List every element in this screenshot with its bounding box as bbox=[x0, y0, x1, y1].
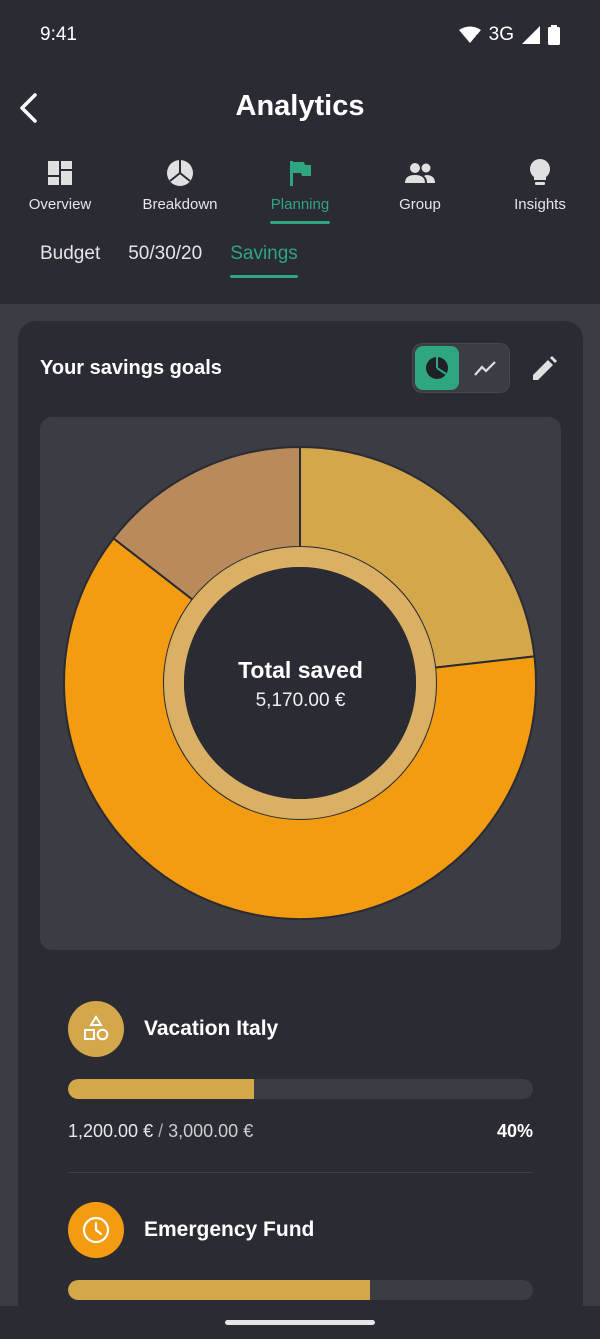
chart-center: Total saved 5,170.00 € bbox=[40, 657, 561, 712]
system-nav-bar bbox=[0, 1306, 600, 1339]
status-time: 9:41 bbox=[40, 24, 77, 45]
goal-progress-fill bbox=[68, 1079, 254, 1099]
page-title: Analytics bbox=[235, 90, 365, 122]
goal-item-emergency-fund[interactable]: Emergency Fund bbox=[68, 1202, 533, 1300]
goal-name: Vacation Italy bbox=[144, 1017, 279, 1040]
goal-name: Emergency Fund bbox=[144, 1218, 315, 1241]
goal-avatar bbox=[68, 1001, 124, 1057]
goal-amounts: 1,200.00 € / 3,000.00 € 40% bbox=[68, 1121, 533, 1142]
tab-label: Breakdown bbox=[142, 196, 218, 213]
card-title: Your savings goals bbox=[40, 357, 222, 379]
tab-label: Planning bbox=[270, 196, 330, 213]
pencil-icon bbox=[533, 356, 557, 380]
goal-saved: 1,200.00 € bbox=[68, 1121, 154, 1141]
goal-item-vacation-italy[interactable]: Vacation Italy 1,200.00 € / 3,000.00 € 4… bbox=[68, 1001, 533, 1142]
flag-icon bbox=[290, 161, 311, 186]
savings-goals-card: Your savings goals Total saved 5,170.00 … bbox=[18, 321, 583, 1321]
tab-group[interactable]: Group bbox=[360, 152, 480, 228]
clock-icon bbox=[82, 1216, 110, 1244]
line-chart-toggle[interactable] bbox=[461, 344, 509, 392]
main-tabs: Overview Breakdown Planning Group Insigh… bbox=[0, 152, 600, 228]
network-type: 3G bbox=[488, 24, 514, 45]
wifi-icon bbox=[458, 26, 481, 43]
pie-icon bbox=[167, 160, 193, 186]
group-icon bbox=[405, 163, 435, 183]
sub-tabs: Budget 50/30/20 Savings bbox=[40, 232, 298, 282]
total-saved-value: 5,170.00 € bbox=[255, 690, 346, 711]
goal-progress-fill bbox=[68, 1280, 371, 1300]
status-icons: 3G bbox=[458, 24, 560, 46]
subtab-budget[interactable]: Budget bbox=[40, 232, 100, 278]
tab-planning[interactable]: Planning bbox=[240, 152, 360, 228]
tab-insights[interactable]: Insights bbox=[480, 152, 600, 228]
goal-target: 3,000.00 € bbox=[168, 1121, 254, 1141]
goal-progress-track bbox=[68, 1079, 533, 1099]
subtab-savings[interactable]: Savings bbox=[230, 232, 298, 278]
battery-icon bbox=[548, 25, 560, 45]
tab-label: Overview bbox=[28, 196, 92, 213]
savings-chart-panel: Total saved 5,170.00 € bbox=[40, 417, 561, 950]
home-indicator[interactable] bbox=[225, 1320, 375, 1325]
line-chart-icon bbox=[474, 361, 496, 376]
app-header: Analytics bbox=[0, 70, 600, 146]
tab-label: Group bbox=[399, 196, 441, 213]
goal-percent: 40% bbox=[496, 1121, 533, 1141]
goal-separator: / bbox=[158, 1121, 164, 1141]
lightbulb-icon bbox=[530, 159, 550, 185]
total-saved-label: Total saved bbox=[238, 657, 363, 683]
divider bbox=[68, 1172, 533, 1173]
tab-label: Insights bbox=[514, 196, 566, 213]
subtab-50-30-20[interactable]: 50/30/20 bbox=[128, 232, 202, 278]
chart-type-toggle bbox=[412, 343, 510, 393]
pie-chart-toggle[interactable] bbox=[415, 346, 459, 390]
edit-button[interactable] bbox=[526, 351, 562, 387]
dashboard-icon bbox=[48, 161, 72, 185]
pie-chart-icon bbox=[426, 357, 448, 379]
goal-avatar bbox=[68, 1202, 124, 1258]
signal-icon bbox=[522, 26, 540, 44]
goal-progress-track bbox=[68, 1280, 533, 1300]
tab-overview[interactable]: Overview bbox=[0, 152, 120, 228]
status-bar: 9:41 3G bbox=[0, 0, 600, 70]
tab-breakdown[interactable]: Breakdown bbox=[120, 152, 240, 228]
shapes-icon bbox=[84, 1015, 109, 1041]
